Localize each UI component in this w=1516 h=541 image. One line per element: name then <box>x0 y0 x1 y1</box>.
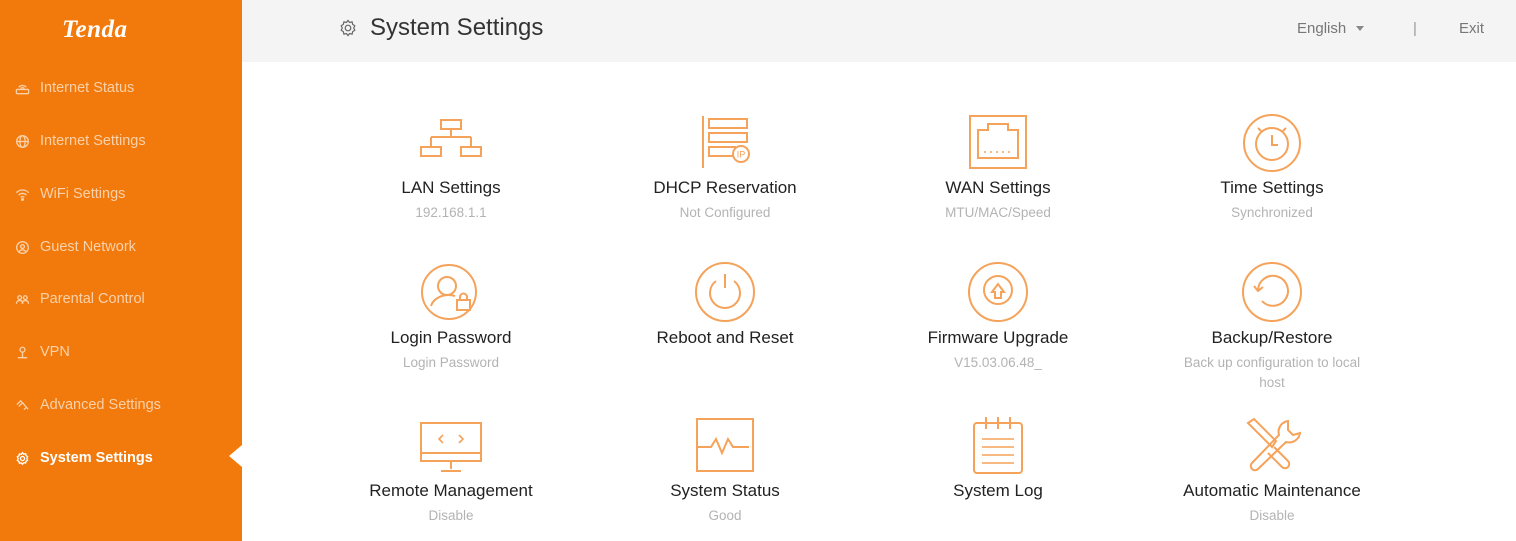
sidebar-item-advanced-settings[interactable]: Advanced Settings <box>0 391 242 419</box>
sidebar-item-label: WiFi Settings <box>40 186 126 202</box>
tile-label: Reboot and Reset <box>656 328 794 347</box>
tile-time-settings[interactable]: Time Settings Synchronized <box>1167 107 1377 223</box>
tile-login-password[interactable]: Login Password Login Password <box>346 257 556 373</box>
top-header: System Settings English | Exit <box>242 0 1516 62</box>
tile-reboot-and-reset[interactable]: Reboot and Reset <box>620 257 830 353</box>
tile-subtext: Back up configuration to local host <box>1183 355 1361 390</box>
sidebar-item-label: Parental Control <box>40 291 145 307</box>
tile-label: Login Password <box>390 328 512 347</box>
tools-icon <box>14 397 30 413</box>
sidebar-item-label: Internet Status <box>40 80 135 96</box>
ethernet-port-icon <box>893 107 1103 177</box>
lan-topology-icon <box>346 107 556 177</box>
sidebar-item-label: Guest Network <box>40 239 136 255</box>
tile-label: Backup/Restore <box>1211 328 1333 347</box>
vpn-icon <box>14 344 30 360</box>
tile-remote-management[interactable]: Remote Management Disable <box>346 410 556 526</box>
sidebar-item-label: System Settings <box>40 450 153 466</box>
remote-monitor-icon <box>346 410 556 480</box>
sidebar-item-guest-network[interactable]: Guest Network <box>0 233 242 261</box>
wrench-screwdriver-icon <box>1167 410 1377 480</box>
tile-subtext: MTU/MAC/Speed <box>945 205 1051 220</box>
language-select[interactable]: English <box>1297 20 1365 37</box>
sidebar: Tenda Internet Status Internet Settings … <box>0 0 242 541</box>
tile-subtext: Disable <box>1249 508 1295 523</box>
tile-subtext: Disable <box>428 508 474 523</box>
tile-system-status[interactable]: System Status Good <box>620 410 830 526</box>
tile-firmware-upgrade[interactable]: Firmware Upgrade V15.03.06.48_ <box>893 257 1103 373</box>
guest-wifi-icon <box>14 239 30 255</box>
tile-dhcp-reservation[interactable]: IP DHCP Reservation Not Configured <box>620 107 830 223</box>
tile-label: WAN Settings <box>945 178 1051 197</box>
alarm-clock-icon <box>1167 107 1377 177</box>
router-icon <box>14 80 30 96</box>
sidebar-item-label: Advanced Settings <box>40 397 161 413</box>
tile-automatic-maintenance[interactable]: Automatic Maintenance Disable <box>1167 410 1377 526</box>
exit-link[interactable]: Exit <box>1459 20 1484 37</box>
sidebar-item-parental-control[interactable]: Parental Control <box>0 285 242 313</box>
sidebar-item-label: VPN <box>40 344 70 360</box>
page-title: System Settings <box>338 14 543 42</box>
tile-label: LAN Settings <box>401 178 501 197</box>
gear-icon <box>14 450 30 466</box>
tile-label: Automatic Maintenance <box>1183 481 1361 500</box>
caret-down-icon <box>1356 26 1365 31</box>
tile-wan-settings[interactable]: WAN Settings MTU/MAC/Speed <box>893 107 1103 223</box>
tile-label: System Status <box>670 481 780 500</box>
header-separator: | <box>1413 20 1417 37</box>
tile-label: Firmware Upgrade <box>927 328 1069 347</box>
power-icon <box>620 257 830 327</box>
tile-subtext: Not Configured <box>679 205 771 220</box>
restore-icon <box>1167 257 1377 327</box>
sidebar-item-internet-settings[interactable]: Internet Settings <box>0 127 242 155</box>
language-value: English <box>1297 20 1347 37</box>
dhcp-ip-icon: IP <box>620 107 830 177</box>
tile-subtext: Login Password <box>402 355 500 370</box>
svg-text:IP: IP <box>737 150 746 160</box>
tile-label: System Log <box>953 481 1043 500</box>
sidebar-item-internet-status[interactable]: Internet Status <box>0 74 242 102</box>
page-title-text: System Settings <box>370 14 544 41</box>
globe-icon <box>14 133 30 149</box>
tile-label: Remote Management <box>369 481 533 500</box>
sidebar-item-vpn[interactable]: VPN <box>0 338 242 366</box>
user-lock-icon <box>346 257 556 327</box>
brand-logo: Tenda <box>62 16 128 43</box>
tile-backup-restore[interactable]: Backup/Restore Back up configuration to … <box>1167 257 1377 393</box>
tile-subtext: 192.168.1.1 <box>415 205 487 220</box>
tile-label: DHCP Reservation <box>653 178 797 197</box>
gear-icon <box>338 18 358 38</box>
active-indicator <box>229 445 242 467</box>
tile-subtext: Good <box>708 508 742 523</box>
tile-subtext: Synchronized <box>1231 205 1313 220</box>
upgrade-arrow-icon <box>893 257 1103 327</box>
sidebar-item-system-settings[interactable]: System Settings <box>0 444 242 472</box>
sidebar-item-wifi-settings[interactable]: WiFi Settings <box>0 180 242 208</box>
wifi-icon <box>14 186 30 202</box>
tile-label: Time Settings <box>1220 178 1324 197</box>
log-notepad-icon <box>893 410 1103 480</box>
tile-subtext: V15.03.06.48_ <box>954 355 1042 370</box>
sidebar-item-label: Internet Settings <box>40 133 146 149</box>
parental-control-icon <box>14 291 30 307</box>
heartbeat-monitor-icon <box>620 410 830 480</box>
tile-system-log[interactable]: System Log <box>893 410 1103 506</box>
tile-lan-settings[interactable]: LAN Settings 192.168.1.1 <box>346 107 556 223</box>
